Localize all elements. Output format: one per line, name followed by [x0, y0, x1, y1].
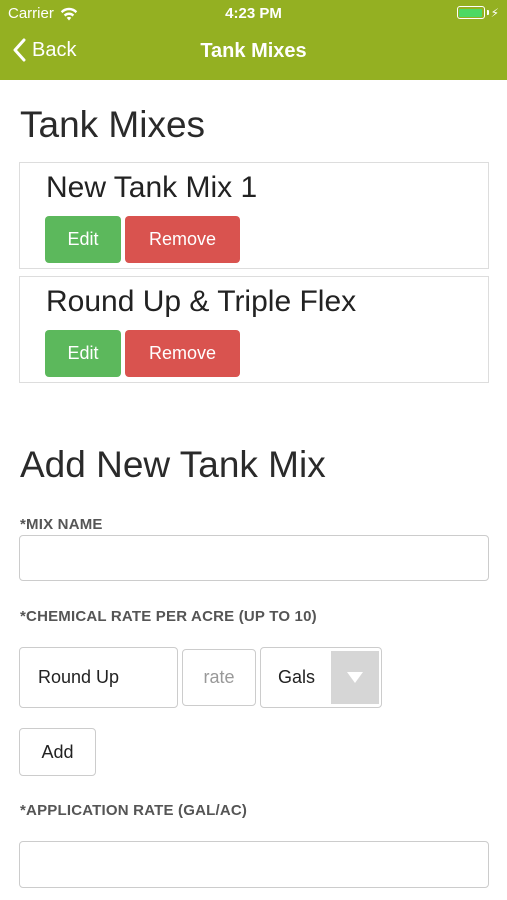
charging-bolt-icon: ⚡ [490, 5, 499, 20]
application-rate-label: *APPLICATION RATE (GAL/AC) [20, 802, 248, 819]
rate-input[interactable]: rate [182, 649, 256, 706]
app-header: Carrier 4:23 PM ⚡ Back Tank Mixes [0, 0, 507, 80]
battery-indicator: ⚡ [456, 5, 499, 20]
status-bar: Carrier 4:23 PM ⚡ [0, 0, 507, 28]
mix-name-label: *MIX NAME [20, 516, 103, 533]
add-tank-mix-heading: Add New Tank Mix [20, 444, 326, 485]
add-chemical-button[interactable]: Add [19, 728, 96, 776]
status-time: 4:23 PM [225, 5, 282, 22]
tank-mix-card: Round Up & Triple Flex Edit Remove [19, 276, 489, 383]
chemical-name-input[interactable]: Round Up [19, 647, 178, 708]
tank-mix-name: Round Up & Triple Flex [46, 285, 357, 318]
nav-title: Tank Mixes [200, 40, 307, 62]
edit-button[interactable]: Edit [45, 330, 121, 377]
edit-button[interactable]: Edit [45, 216, 121, 263]
battery-icon [456, 6, 485, 19]
unit-select-value: Gals [278, 667, 316, 687]
battery-tip [486, 10, 489, 15]
chemical-rate-label: *CHEMICAL RATE PER ACRE (UP TO 10) [20, 608, 317, 625]
tank-mix-card: New Tank Mix 1 Edit Remove [19, 162, 489, 269]
unit-select[interactable]: Gals [260, 647, 382, 708]
mix-name-input[interactable] [19, 535, 489, 581]
dropdown-arrow-icon [331, 651, 379, 704]
remove-button[interactable]: Remove [125, 330, 240, 377]
tank-mix-name: New Tank Mix 1 [46, 171, 258, 204]
remove-button[interactable]: Remove [125, 216, 240, 263]
tank-mixes-heading: Tank Mixes [20, 104, 206, 145]
navigation-bar: Back Tank Mixes [0, 28, 507, 80]
application-rate-input[interactable] [19, 841, 489, 888]
